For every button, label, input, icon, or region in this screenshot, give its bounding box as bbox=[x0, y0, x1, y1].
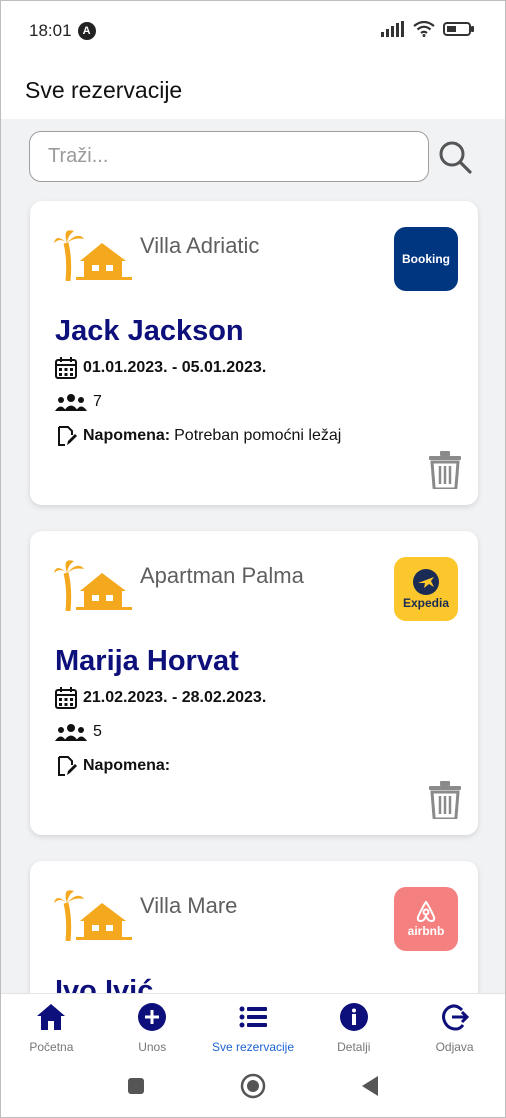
guest-name: Marija Horvat bbox=[55, 645, 239, 677]
note-label: Napomena: bbox=[83, 757, 171, 774]
airbnb-logo: airbnb bbox=[394, 887, 458, 951]
bottom-navigation: Početna Unos Sve rezervacije Detalji Odj… bbox=[1, 993, 505, 1061]
nav-item-odjava[interactable]: Odjava bbox=[404, 994, 505, 1061]
source-label: Expedia bbox=[402, 596, 450, 610]
calendar-icon bbox=[55, 687, 77, 709]
nav-label: Unos bbox=[138, 1040, 167, 1054]
list-icon bbox=[239, 1006, 267, 1028]
note-icon bbox=[58, 426, 77, 446]
nav-item-sve-rezervacije[interactable]: Sve rezervacije bbox=[203, 994, 304, 1061]
guest-count: 7 bbox=[55, 393, 102, 411]
guest-name: Ivo Ivić bbox=[55, 975, 154, 993]
nav-item-detalji[interactable]: Detalji bbox=[303, 994, 404, 1061]
people-icon bbox=[55, 724, 87, 741]
property-name: Apartman Palma bbox=[140, 563, 304, 588]
back-icon[interactable] bbox=[360, 1075, 380, 1097]
status-app-badge: A bbox=[77, 22, 96, 40]
nav-label: Odjava bbox=[435, 1040, 474, 1054]
page-title: Sve rezervacije bbox=[25, 76, 183, 103]
expedia-logo: Expedia bbox=[394, 557, 458, 621]
note-icon bbox=[58, 756, 77, 776]
airbnb-symbol-icon bbox=[416, 900, 436, 923]
trash-icon[interactable] bbox=[428, 451, 462, 489]
reservation-card[interactable]: Villa Adriatic Booking Jack Jackson 01.0… bbox=[30, 201, 478, 505]
phone-screen: 18:01 A Sve rezervacije Traži... Villa A… bbox=[0, 0, 506, 1118]
property-name: Villa Adriatic bbox=[140, 233, 260, 258]
info-icon bbox=[339, 1003, 368, 1031]
calendar-icon bbox=[55, 357, 77, 379]
reservation-card[interactable]: Apartman Palma Expedia Marija Horvat 21.… bbox=[30, 531, 478, 835]
source-label: Booking bbox=[402, 252, 450, 266]
app-header: Sve rezervacije bbox=[1, 61, 505, 119]
villa-icon bbox=[54, 560, 132, 611]
nav-item-pocetna[interactable]: Početna bbox=[1, 994, 102, 1061]
villa-icon bbox=[54, 890, 132, 941]
wifi-icon bbox=[413, 21, 435, 37]
search-icon[interactable] bbox=[437, 139, 473, 175]
note-label: Napomena: bbox=[83, 427, 171, 444]
reservation-card[interactable]: Villa Mare airbnb Ivo Ivić bbox=[30, 861, 478, 993]
nav-label: Detalji bbox=[337, 1040, 371, 1054]
source-label: airbnb bbox=[407, 924, 445, 938]
reservations-content[interactable]: Villa Adriatic Booking Jack Jackson 01.0… bbox=[1, 119, 505, 993]
booking-logo: Booking bbox=[394, 227, 458, 291]
system-navigation bbox=[1, 1061, 505, 1111]
reservation-note: Napomena: Potreban pomoćni ležaj bbox=[55, 425, 341, 447]
dates-text: 01.01.2023. - 05.01.2023. bbox=[83, 359, 267, 376]
add-circle-icon bbox=[138, 1003, 167, 1031]
nav-label: Početna bbox=[29, 1040, 74, 1054]
dates-text: 21.02.2023. - 28.02.2023. bbox=[83, 689, 267, 706]
people-icon bbox=[55, 394, 87, 411]
recents-icon[interactable] bbox=[126, 1076, 146, 1096]
guest-count-value: 7 bbox=[93, 393, 102, 410]
nav-label: Sve rezervacije bbox=[211, 1040, 294, 1054]
logout-icon bbox=[441, 1004, 469, 1031]
trash-icon[interactable] bbox=[428, 781, 462, 819]
note-text: Potreban pomoćni ležaj bbox=[174, 427, 342, 444]
nav-item-unos[interactable]: Unos bbox=[102, 994, 203, 1061]
plane-icon bbox=[413, 569, 439, 595]
home-icon bbox=[37, 1004, 66, 1030]
status-time: 18:01 bbox=[29, 21, 72, 40]
search-input[interactable] bbox=[29, 131, 429, 182]
home-button-icon[interactable] bbox=[240, 1073, 266, 1099]
status-icons bbox=[381, 21, 475, 37]
battery-icon bbox=[443, 22, 474, 36]
guest-name: Jack Jackson bbox=[55, 315, 244, 347]
guest-count: 5 bbox=[55, 723, 102, 741]
villa-icon bbox=[54, 230, 132, 281]
property-name: Villa Mare bbox=[140, 893, 238, 918]
status-bar: 18:01 A bbox=[1, 1, 505, 61]
reservation-dates: 21.02.2023. - 28.02.2023. bbox=[55, 687, 266, 709]
search-bar bbox=[29, 131, 479, 183]
reservation-dates: 01.01.2023. - 05.01.2023. bbox=[55, 357, 266, 379]
signal-icon bbox=[381, 21, 404, 37]
reservation-note: Napomena: bbox=[55, 755, 174, 777]
guest-count-value: 5 bbox=[93, 723, 102, 740]
